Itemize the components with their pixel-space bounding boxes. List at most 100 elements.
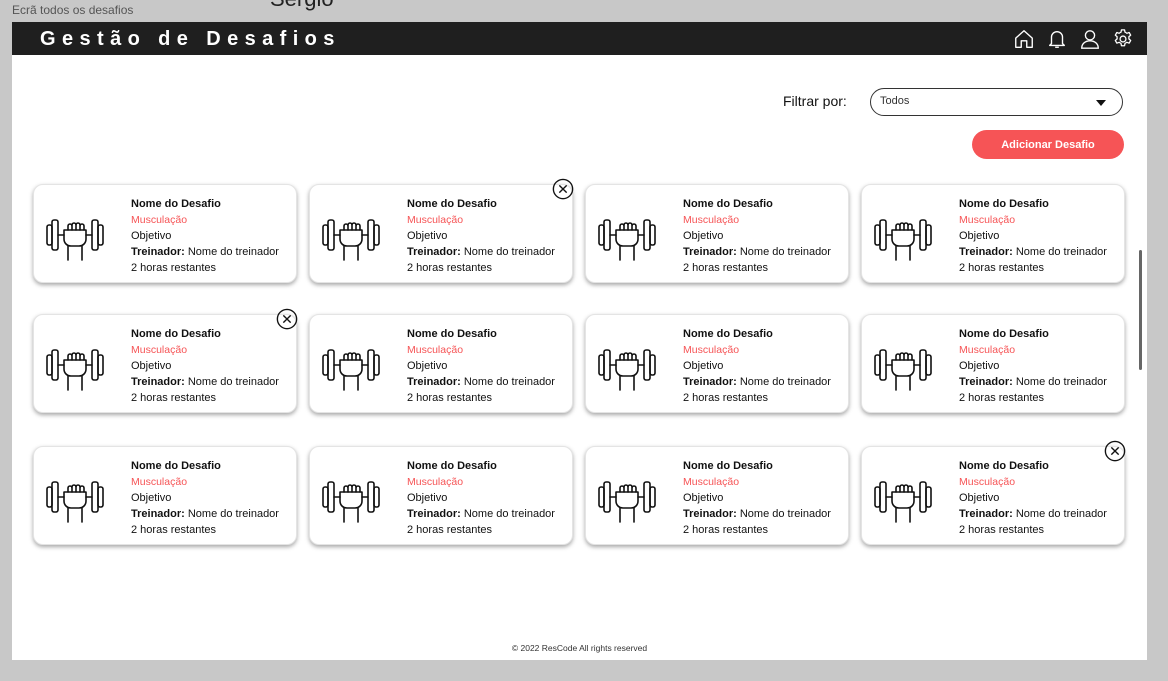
challenge-objective: Objetivo <box>683 230 724 242</box>
card-text: Nome do Desafio Musculação Objetivo Trei… <box>131 196 279 276</box>
trainer-label: Treinador: <box>683 246 737 258</box>
trainer-name: Nome do treinador <box>187 246 279 258</box>
challenge-card[interactable]: Nome do Desafio Musculação Objetivo Trei… <box>585 314 849 413</box>
close-icon[interactable] <box>276 308 298 330</box>
challenge-category: Musculação <box>131 214 188 226</box>
trainer-name: Nome do treinador <box>1015 246 1107 258</box>
challenge-name: Nome do Desafio <box>407 328 497 340</box>
challenge-card[interactable]: Nome do Desafio Musculação Objetivo Trei… <box>33 446 297 545</box>
challenge-category: Musculação <box>959 344 1016 356</box>
challenge-card[interactable]: Nome do Desafio Musculação Objetivo Trei… <box>33 314 297 413</box>
close-icon[interactable] <box>1104 440 1126 462</box>
app-frame: Gestão de Desafios Filtrar por: Todos Ad… <box>12 22 1147 660</box>
trainer-name: Nome do treinador <box>739 376 831 388</box>
challenge-card[interactable]: Nome do Desafio Musculação Objetivo Trei… <box>585 184 849 283</box>
challenge-objective: Objetivo <box>131 230 172 242</box>
time-remaining: 2 horas restantes <box>407 524 492 536</box>
challenge-card[interactable]: Nome do Desafio Musculação Objetivo Trei… <box>585 446 849 545</box>
challenge-trainer: Treinador: Nome do treinador <box>407 506 555 522</box>
challenge-objective: Objetivo <box>959 492 1000 504</box>
dumbbell-hand-icon <box>322 481 380 523</box>
card-text: Nome do Desafio Musculação Objetivo Trei… <box>407 196 555 276</box>
close-icon[interactable] <box>552 178 574 200</box>
trainer-label: Treinador: <box>959 508 1013 520</box>
time-remaining: 2 horas restantes <box>407 262 492 274</box>
trainer-name: Nome do treinador <box>1015 376 1107 388</box>
author-label: Sergio <box>270 0 334 10</box>
challenge-trainer: Treinador: Nome do treinador <box>131 506 279 522</box>
trainer-label: Treinador: <box>683 376 737 388</box>
dumbbell-hand-icon <box>46 219 104 261</box>
time-remaining: 2 horas restantes <box>131 524 216 536</box>
challenge-objective: Objetivo <box>407 230 448 242</box>
challenge-trainer: Treinador: Nome do treinador <box>407 374 555 390</box>
trainer-name: Nome do treinador <box>187 376 279 388</box>
challenge-name: Nome do Desafio <box>683 198 773 210</box>
challenge-category: Musculação <box>683 214 740 226</box>
trainer-label: Treinador: <box>407 376 461 388</box>
challenge-objective: Objetivo <box>131 360 172 372</box>
challenge-card[interactable]: Nome do Desafio Musculação Objetivo Trei… <box>309 446 573 545</box>
trainer-name: Nome do treinador <box>187 508 279 520</box>
trainer-label: Treinador: <box>407 508 461 520</box>
dumbbell-hand-icon <box>46 349 104 391</box>
time-remaining: 2 horas restantes <box>959 262 1044 274</box>
card-text: Nome do Desafio Musculação Objetivo Trei… <box>131 458 279 538</box>
challenge-card[interactable]: Nome do Desafio Musculação Objetivo Trei… <box>861 446 1125 545</box>
trainer-name: Nome do treinador <box>739 246 831 258</box>
challenge-objective: Objetivo <box>959 230 1000 242</box>
canvas-frame-label: Ecrã todos os desafios <box>12 3 134 17</box>
challenge-name: Nome do Desafio <box>683 328 773 340</box>
time-remaining: 2 horas restantes <box>683 524 768 536</box>
challenge-objective: Objetivo <box>683 360 724 372</box>
challenge-category: Musculação <box>683 344 740 356</box>
challenge-name: Nome do Desafio <box>131 198 221 210</box>
challenge-trainer: Treinador: Nome do treinador <box>959 506 1107 522</box>
challenge-name: Nome do Desafio <box>131 328 221 340</box>
challenge-grid: Nome do Desafio Musculação Objetivo Trei… <box>12 22 1147 660</box>
challenge-objective: Objetivo <box>131 492 172 504</box>
footer-copyright: © 2022 ResCode All rights reserved <box>511 643 648 653</box>
dumbbell-hand-icon <box>598 219 656 261</box>
challenge-card[interactable]: Nome do Desafio Musculação Objetivo Trei… <box>861 184 1125 283</box>
trainer-label: Treinador: <box>131 376 185 388</box>
dumbbell-hand-icon <box>598 349 656 391</box>
challenge-category: Musculação <box>683 476 740 488</box>
trainer-name: Nome do treinador <box>463 376 555 388</box>
trainer-label: Treinador: <box>683 508 737 520</box>
time-remaining: 2 horas restantes <box>959 524 1044 536</box>
card-text: Nome do Desafio Musculação Objetivo Trei… <box>683 326 831 406</box>
challenge-trainer: Treinador: Nome do treinador <box>407 244 555 260</box>
challenge-name: Nome do Desafio <box>959 198 1049 210</box>
trainer-name: Nome do treinador <box>463 508 555 520</box>
challenge-card[interactable]: Nome do Desafio Musculação Objetivo Trei… <box>309 184 573 283</box>
dumbbell-hand-icon <box>46 481 104 523</box>
challenge-objective: Objetivo <box>959 360 1000 372</box>
challenge-trainer: Treinador: Nome do treinador <box>683 506 831 522</box>
challenge-name: Nome do Desafio <box>407 460 497 472</box>
challenge-card[interactable]: Nome do Desafio Musculação Objetivo Trei… <box>309 314 573 413</box>
card-text: Nome do Desafio Musculação Objetivo Trei… <box>131 326 279 406</box>
challenge-card[interactable]: Nome do Desafio Musculação Objetivo Trei… <box>861 314 1125 413</box>
card-text: Nome do Desafio Musculação Objetivo Trei… <box>407 458 555 538</box>
scrollbar[interactable] <box>1139 250 1142 370</box>
challenge-category: Musculação <box>407 214 464 226</box>
challenge-name: Nome do Desafio <box>131 460 221 472</box>
challenge-category: Musculação <box>959 214 1016 226</box>
challenge-trainer: Treinador: Nome do treinador <box>131 244 279 260</box>
time-remaining: 2 horas restantes <box>959 392 1044 404</box>
challenge-category: Musculação <box>407 344 464 356</box>
dumbbell-hand-icon <box>874 481 932 523</box>
trainer-label: Treinador: <box>131 508 185 520</box>
trainer-name: Nome do treinador <box>463 246 555 258</box>
challenge-trainer: Treinador: Nome do treinador <box>131 374 279 390</box>
challenge-name: Nome do Desafio <box>959 328 1049 340</box>
trainer-label: Treinador: <box>407 246 461 258</box>
challenge-objective: Objetivo <box>407 360 448 372</box>
card-text: Nome do Desafio Musculação Objetivo Trei… <box>959 196 1107 276</box>
card-text: Nome do Desafio Musculação Objetivo Trei… <box>959 458 1107 538</box>
time-remaining: 2 horas restantes <box>683 392 768 404</box>
trainer-name: Nome do treinador <box>1015 508 1107 520</box>
challenge-card[interactable]: Nome do Desafio Musculação Objetivo Trei… <box>33 184 297 283</box>
challenge-trainer: Treinador: Nome do treinador <box>959 244 1107 260</box>
